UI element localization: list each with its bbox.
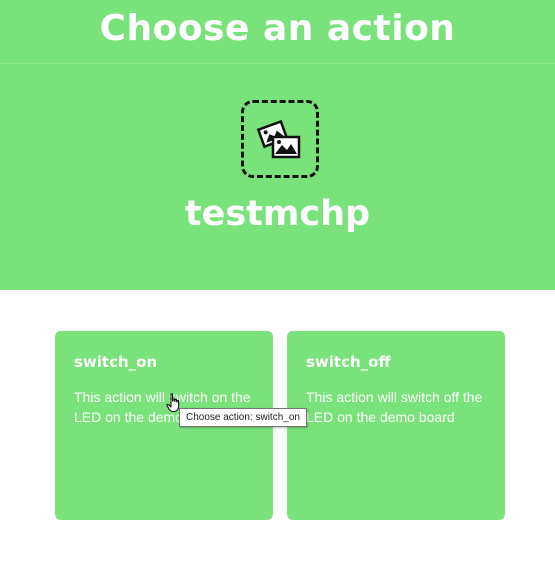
action-title: switch_off [306, 353, 391, 371]
action-description: This action will switch off the LED on t… [306, 389, 483, 425]
action-card-switch-off[interactable]: switch_off This action will switch off t… [287, 331, 505, 520]
title-bar: Choose an action [0, 0, 555, 64]
page-title: Choose an action [99, 8, 456, 49]
service-header: Choose an action testmchp [0, 0, 555, 290]
tooltip: Choose action: switch_on [179, 408, 307, 427]
action-title: switch_on [74, 353, 158, 371]
image-placeholder-icon [241, 100, 319, 178]
service-name: testmchp [184, 194, 371, 234]
